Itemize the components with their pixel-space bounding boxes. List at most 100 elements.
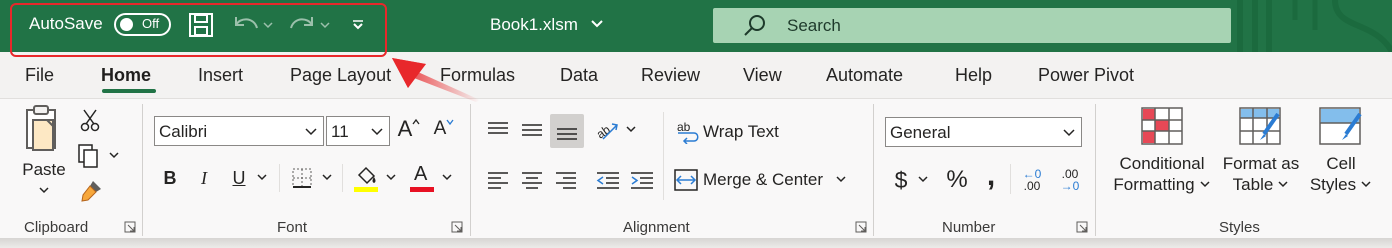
chevron-down-icon bbox=[1278, 181, 1288, 188]
align-top-icon bbox=[488, 122, 508, 134]
orientation-button[interactable]: ab bbox=[594, 114, 638, 146]
top-align-button[interactable] bbox=[484, 115, 512, 145]
divider bbox=[279, 164, 280, 192]
tab-insert[interactable]: Insert bbox=[198, 65, 243, 86]
search-box[interactable]: Search bbox=[713, 8, 1231, 43]
tab-home[interactable]: Home bbox=[101, 65, 151, 86]
clipboard-group-label: Clipboard bbox=[24, 219, 89, 236]
paint-bucket-icon bbox=[354, 166, 378, 192]
merge-center-label: Merge & Center bbox=[703, 170, 823, 189]
increase-decimal-bottom: .00 bbox=[1023, 179, 1041, 193]
dialog-launcher-icon[interactable] bbox=[451, 221, 463, 233]
font-size-value: 11 bbox=[331, 122, 349, 141]
font-color-letter: A bbox=[414, 163, 428, 185]
decrease-font-size-button[interactable]: A bbox=[430, 114, 458, 144]
tab-review[interactable]: Review bbox=[641, 65, 700, 86]
cut-button[interactable] bbox=[78, 107, 102, 133]
font-color-swatch bbox=[410, 187, 434, 192]
font-name-dropdown[interactable]: Calibri bbox=[154, 116, 324, 146]
align-left-icon bbox=[488, 172, 508, 189]
tab-automate[interactable]: Automate bbox=[826, 65, 903, 86]
search-placeholder: Search bbox=[787, 16, 841, 35]
increase-indent-button[interactable] bbox=[628, 165, 656, 195]
conditional-formatting-label-2: Formatting bbox=[1113, 175, 1195, 194]
grow-font-letter: A bbox=[397, 116, 413, 141]
chevron-down-icon bbox=[442, 174, 452, 181]
align-center-button[interactable] bbox=[518, 165, 546, 195]
active-tab-indicator bbox=[102, 89, 156, 93]
cell-styles-label-1: Cell bbox=[1326, 154, 1356, 173]
align-middle-icon bbox=[522, 124, 542, 136]
divider bbox=[342, 164, 343, 192]
dialog-launcher-icon[interactable] bbox=[124, 221, 136, 233]
paste-button[interactable]: Paste bbox=[18, 104, 70, 200]
decrease-indent-button[interactable] bbox=[594, 165, 622, 195]
format-painter-button[interactable] bbox=[78, 178, 104, 204]
align-left-button[interactable] bbox=[484, 165, 512, 195]
dialog-launcher-icon[interactable] bbox=[855, 221, 867, 233]
accounting-format-button[interactable]: $ bbox=[888, 164, 936, 196]
tab-file[interactable]: File bbox=[25, 65, 54, 86]
underline-button[interactable]: U bbox=[226, 164, 274, 192]
bold-letter: B bbox=[163, 167, 177, 188]
shrink-font-letter: A bbox=[433, 118, 447, 139]
divider bbox=[663, 112, 664, 200]
scissors-icon bbox=[80, 109, 100, 132]
cell-styles-icon bbox=[1319, 107, 1362, 145]
chevron-down-icon bbox=[386, 174, 396, 181]
font-name-value: Calibri bbox=[159, 122, 208, 141]
align-right-button[interactable] bbox=[552, 165, 580, 195]
chevron-down-icon bbox=[1063, 129, 1075, 137]
chevron-down-icon bbox=[836, 176, 846, 183]
bottom-align-button[interactable] bbox=[550, 114, 584, 148]
increase-indent-icon bbox=[631, 172, 653, 189]
increase-font-size-button[interactable]: A bbox=[396, 114, 422, 144]
format-as-table-label-2: Table bbox=[1232, 175, 1274, 194]
format-as-table-icon bbox=[1239, 107, 1281, 145]
italic-button[interactable]: I bbox=[192, 164, 216, 192]
tab-data[interactable]: Data bbox=[560, 65, 598, 86]
comma-style-button[interactable]: , bbox=[978, 159, 1004, 192]
group-separator bbox=[142, 104, 143, 236]
tab-power-pivot[interactable]: Power Pivot bbox=[1038, 65, 1134, 86]
copy-icon bbox=[78, 144, 119, 168]
chevron-down-icon bbox=[39, 187, 49, 194]
fill-color-button[interactable] bbox=[350, 162, 400, 194]
group-separator bbox=[873, 104, 874, 236]
ribbon-tabs: File Home Insert Page Layout Formulas Da… bbox=[0, 52, 1392, 98]
conditional-formatting-button[interactable]: Conditional Formatting bbox=[1106, 106, 1218, 204]
decrease-decimal-button[interactable]: .00 →0 bbox=[1054, 164, 1086, 196]
bold-button[interactable]: B bbox=[158, 164, 182, 192]
chevron-down-icon[interactable] bbox=[590, 17, 604, 31]
paste-icon bbox=[26, 105, 56, 151]
tab-view[interactable]: View bbox=[743, 65, 782, 86]
italic-letter: I bbox=[201, 167, 207, 188]
font-color-button[interactable]: A bbox=[406, 162, 456, 194]
caret-up-icon bbox=[412, 118, 420, 125]
increase-decimal-button[interactable]: ←0 .00 bbox=[1016, 164, 1048, 196]
cell-styles-line-2: Styles bbox=[1310, 174, 1372, 196]
number-format-value: General bbox=[890, 123, 951, 142]
wrap-text-button[interactable]: ab Wrap Text bbox=[676, 117, 786, 147]
font-size-dropdown[interactable]: 11 bbox=[326, 116, 390, 146]
merge-center-button[interactable]: Merge & Center bbox=[674, 165, 858, 195]
tab-page-layout[interactable]: Page Layout bbox=[290, 65, 391, 86]
number-format-dropdown[interactable]: General bbox=[885, 117, 1082, 147]
dialog-launcher-icon[interactable] bbox=[1076, 221, 1088, 233]
cell-styles-button[interactable]: Cell Styles bbox=[1304, 106, 1378, 204]
chevron-down-icon bbox=[322, 174, 332, 181]
document-title[interactable]: Book1.xlsm bbox=[490, 15, 578, 35]
copy-button[interactable] bbox=[76, 143, 122, 169]
wrap-text-label: Wrap Text bbox=[703, 122, 779, 141]
tab-help[interactable]: Help bbox=[955, 65, 992, 86]
styles-group-label: Styles bbox=[1219, 219, 1260, 236]
format-as-table-button[interactable]: Format as Table bbox=[1216, 106, 1306, 204]
middle-align-button[interactable] bbox=[518, 115, 546, 145]
format-as-table-line-2: Table bbox=[1233, 174, 1290, 196]
align-bottom-icon bbox=[557, 128, 577, 140]
percent-style-button[interactable]: % bbox=[941, 164, 973, 196]
title-bar-pattern bbox=[1237, 0, 1392, 52]
decrease-indent-icon bbox=[596, 172, 619, 189]
borders-button[interactable] bbox=[287, 164, 337, 192]
decrease-decimal-bottom: →0 bbox=[1060, 179, 1080, 193]
